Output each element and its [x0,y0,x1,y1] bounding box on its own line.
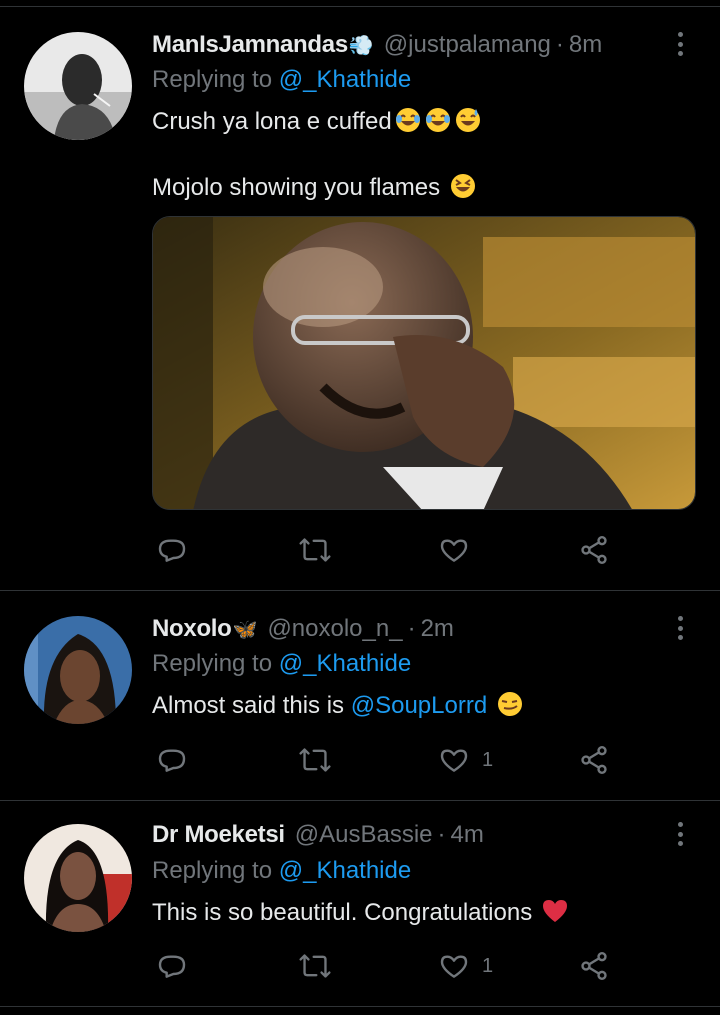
separator: · [407,615,416,642]
tweet-text-prefix: Almost said this is [152,692,351,719]
like-icon [440,749,468,772]
tweet-header: Dr Moeketsi @AusBassie · 4m [152,819,484,851]
tweet-divider [0,590,720,591]
like-button[interactable]: 1 [438,946,493,986]
like-button[interactable] [438,530,482,570]
share-icon [581,746,607,774]
share-icon [581,536,607,564]
replying-mention[interactable]: @_Khathide [279,650,411,677]
dash-emoji: 💨 [348,34,374,57]
tweet-text-line-1: Crush ya lona e cuffed [152,106,482,136]
retweet-icon [299,748,331,772]
red-heart-emoji [542,900,567,922]
like-button[interactable]: 1 [438,740,493,780]
squinting-laugh-emoji [450,174,475,198]
tweet-text: Almost said this is @SoupLorrd [152,690,524,720]
replying-mention[interactable]: @_Khathide [279,66,411,93]
like-count: 1 [482,748,494,771]
tweet-actions [152,530,632,570]
reply-button[interactable] [156,740,188,780]
like-count: 1 [482,954,494,977]
replying-label: Replying to [152,66,279,93]
replying-label: Replying to [152,857,279,884]
avatar[interactable] [24,824,132,932]
replying-to: Replying to @_Khathide [152,650,411,678]
text-mention[interactable]: @SoupLorrd [351,692,487,719]
replying-label: Replying to [152,650,279,677]
reply-icon [158,955,186,978]
more-icon[interactable] [672,820,688,848]
timestamp[interactable]: 2m [421,615,454,643]
user-handle[interactable]: @AusBassie [295,821,433,849]
timestamp[interactable]: 4m [451,821,484,849]
tweet-text: Mojolo showing you flames [152,174,441,201]
tears-of-joy-emoji [425,108,450,132]
retweet-button[interactable] [298,740,332,780]
tweet-actions: 1 [152,740,632,780]
tweet-header: ManIsJamnandas 💨 @justpalamang · 8m [152,29,602,61]
top-divider [0,6,720,7]
tweet-divider [0,800,720,801]
like-icon [440,539,468,562]
replying-to: Replying to @_Khathide [152,66,411,94]
tweet-text-body: This is so beautiful. Congratulations [152,899,533,926]
share-button[interactable] [578,740,610,780]
more-icon[interactable] [672,30,688,58]
share-button[interactable] [578,530,610,570]
reply-icon [158,539,186,562]
retweet-button[interactable] [298,946,332,986]
retweet-icon [299,538,331,562]
display-name[interactable]: ManIsJamnandas [152,31,348,59]
butterfly-emoji: 🦋 [232,618,258,641]
display-name[interactable]: Dr Moeketsi [152,821,285,849]
tears-of-joy-emoji [395,108,420,132]
like-icon [440,955,468,978]
avatar[interactable] [24,616,132,724]
replying-mention[interactable]: @_Khathide [279,857,411,884]
separator: · [555,31,564,58]
retweet-icon [299,954,331,978]
tweet-actions: 1 [152,946,632,986]
reply-icon [158,749,186,772]
reply-button[interactable] [156,530,188,570]
timestamp[interactable]: 8m [569,31,602,59]
avatar[interactable] [24,32,132,140]
retweet-button[interactable] [298,530,332,570]
tweet-header: Noxolo 🦋 @noxolo_n_ · 2m [152,613,454,645]
tweet-image[interactable] [152,216,696,510]
more-icon[interactable] [672,614,688,642]
separator: · [437,821,446,848]
tweet-text-line-2: Mojolo showing you flames [152,172,477,202]
share-button[interactable] [578,946,610,986]
replying-to: Replying to @_Khathide [152,857,411,885]
grinning-sweat-emoji [455,108,480,132]
tweet-text: Crush ya lona e cuffed [152,108,392,135]
user-handle[interactable]: @justpalamang [384,31,551,59]
tweet-text: This is so beautiful. Congratulations [152,897,569,927]
display-name[interactable]: Noxolo [152,615,232,643]
smirk-emoji [497,692,522,716]
share-icon [581,952,607,980]
user-handle[interactable]: @noxolo_n_ [267,615,402,643]
tweet-divider [0,1006,720,1007]
reply-button[interactable] [156,946,188,986]
